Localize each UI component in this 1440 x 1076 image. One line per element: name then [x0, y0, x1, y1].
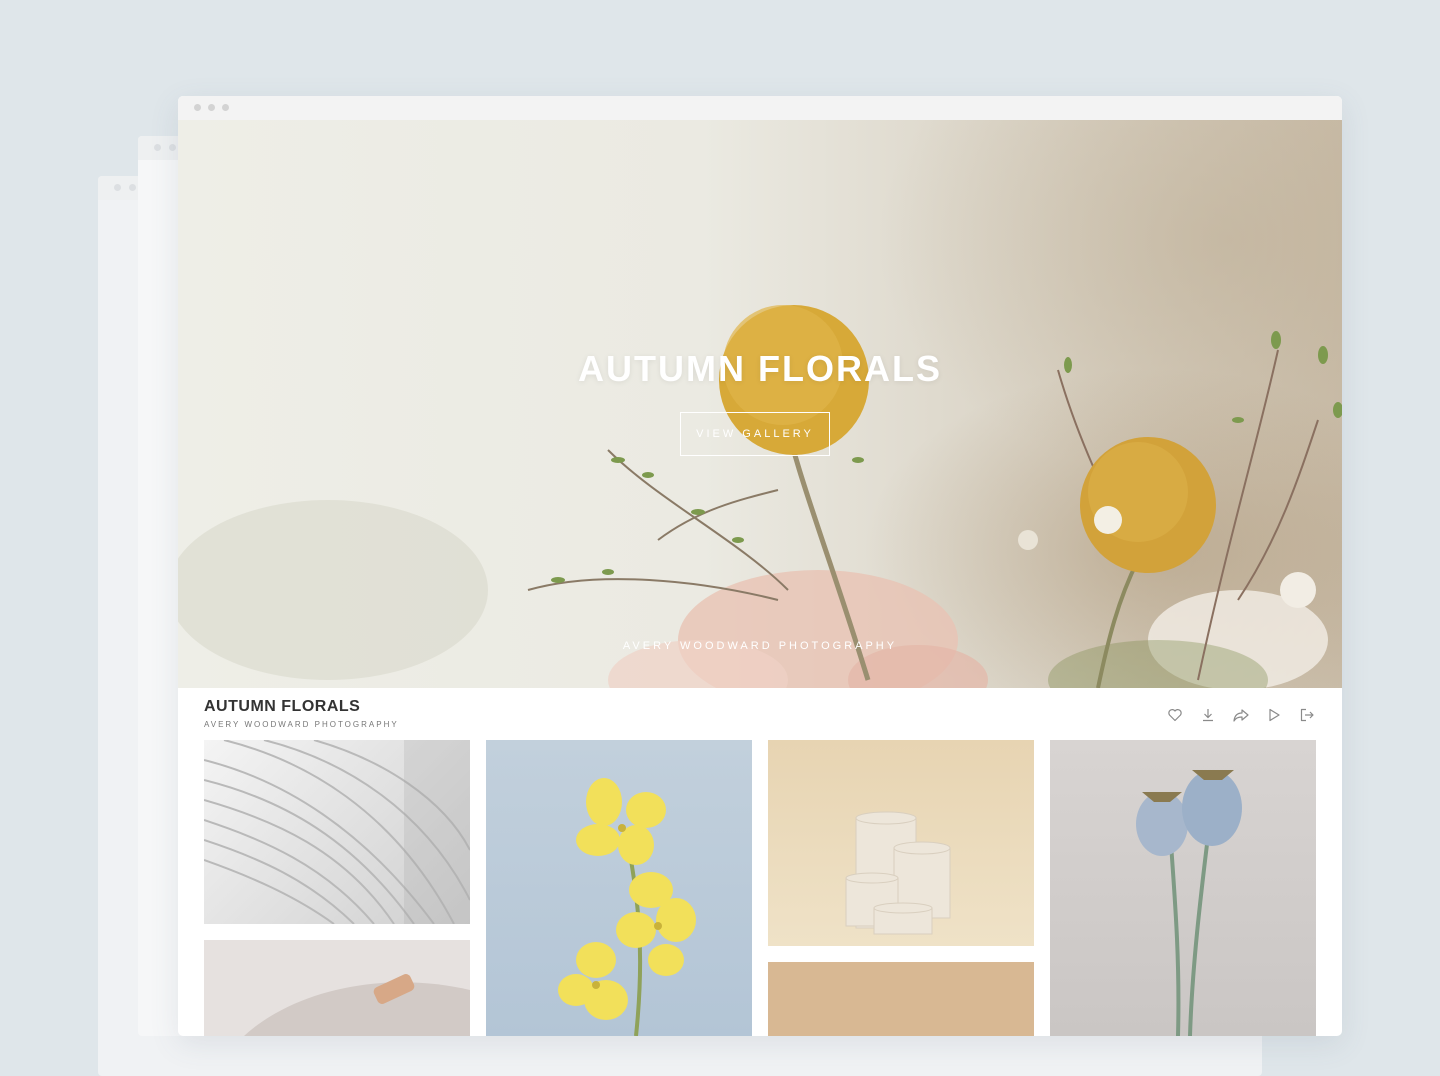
yellow-flowers-image [558, 778, 696, 1036]
exit-button[interactable] [1298, 706, 1316, 724]
photo-architecture[interactable] [204, 740, 470, 924]
play-icon [1269, 708, 1280, 722]
hero-title: AUTUMN FLORALS [578, 348, 942, 389]
gallery-header: AUTUMN FLORALS AVERY WOODWARD PHOTOGRAPH… [178, 688, 1342, 740]
share-icon [1233, 709, 1249, 722]
brush-towel-image [244, 974, 470, 1036]
poppy-pods-image [1136, 770, 1242, 1036]
view-gallery-button[interactable]: VIEW GALLERY [680, 412, 830, 456]
gallery-title: AUTUMN FLORALS [204, 698, 361, 715]
favorite-button[interactable] [1166, 706, 1184, 724]
hero-photographer-name: AVERY WOODWARD PHOTOGRAPHY [622, 640, 898, 652]
photo-yellow-flowers[interactable] [486, 740, 752, 1036]
download-button[interactable] [1199, 706, 1217, 724]
gallery-subtitle: AVERY WOODWARD PHOTOGRAPHY [204, 720, 399, 729]
hero-flower-image [178, 305, 1342, 688]
download-icon [1203, 709, 1213, 722]
photo-cylinders[interactable] [768, 740, 1034, 946]
window-controls[interactable] [194, 104, 229, 111]
window-titlebar [178, 96, 1342, 120]
heart-icon [1168, 709, 1182, 722]
cylinders-image [845, 811, 951, 935]
photo-beige[interactable] [768, 962, 1034, 1036]
hero-cover: AUTUMN FLORALS VIEW GALLERY AVERY WOODWA… [178, 120, 1342, 688]
browser-window: AUTUMN FLORALS VIEW GALLERY AVERY WOODWA… [178, 96, 1342, 1036]
gallery-actions [1166, 706, 1316, 724]
architecture-image [204, 740, 470, 924]
photo-brush-towel[interactable] [204, 940, 470, 1036]
photo-poppy-pods[interactable] [1050, 740, 1316, 1036]
share-button[interactable] [1232, 706, 1250, 724]
exit-icon [1300, 708, 1314, 722]
slideshow-button[interactable] [1265, 706, 1283, 724]
